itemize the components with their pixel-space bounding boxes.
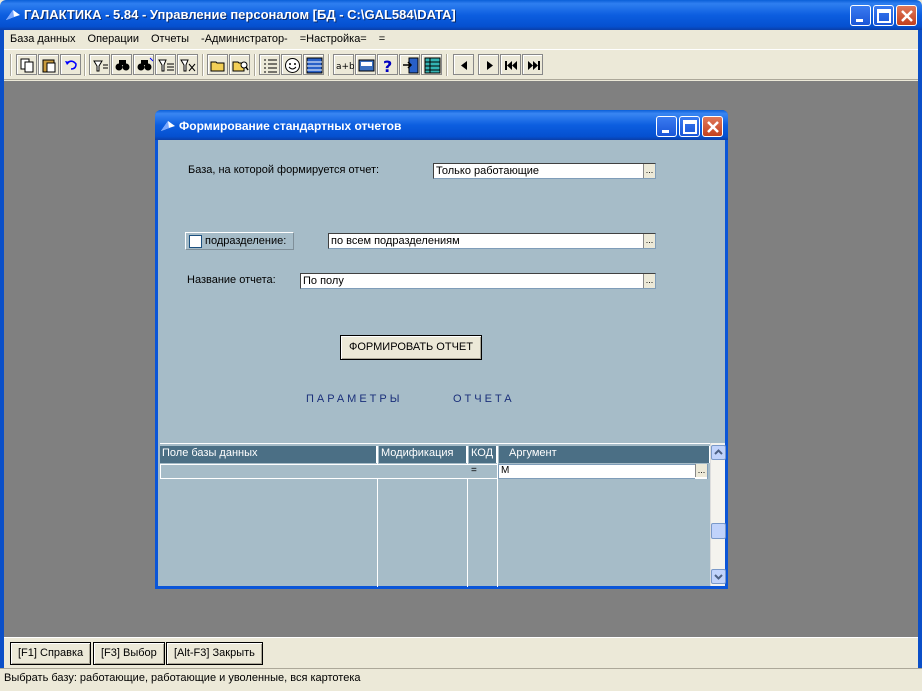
toolbar-separator — [84, 54, 86, 76]
menu-administrator[interactable]: -Администратор- — [195, 33, 294, 45]
galaktika-logo-icon — [5, 7, 21, 23]
status-bar: Выбрать базу: работающие, работающие и у… — [0, 668, 922, 691]
scroll-thumb[interactable] — [711, 523, 726, 539]
toolbar-separator — [328, 54, 330, 76]
base-combo[interactable]: Только работающие ... — [433, 163, 656, 179]
report-name-label: Название отчета: — [187, 274, 276, 286]
ellipsis-icon[interactable]: ... — [643, 164, 655, 178]
function-key-bar: [F1] Справка [F3] Выбор [Alt-F3] Закрыть — [4, 637, 918, 667]
cell-modification — [380, 465, 468, 480]
toolbar-separator — [254, 54, 256, 76]
replace-icon[interactable]: a+b — [333, 54, 354, 75]
dialog-title: Формирование стандартных отчетов — [179, 119, 402, 133]
dialog-minimize-button[interactable] — [656, 116, 677, 137]
window-title: ГАЛАКТИКА - 5.84 - Управление персоналом… — [24, 7, 456, 22]
toolbar: a+b ? — [4, 49, 918, 80]
base-combo-value: Только работающие — [436, 165, 540, 177]
undo-icon[interactable] — [60, 54, 81, 75]
dept-checkbox-group: подразделение: — [185, 232, 294, 250]
menu-bar: База данных Операции Отчеты -Администрат… — [4, 30, 918, 48]
report-name-value: По полу — [303, 275, 344, 287]
cell-field — [161, 465, 378, 480]
window-frame-right — [918, 30, 922, 668]
open-folder-icon[interactable] — [207, 54, 228, 75]
base-label: База, на которой формируется отчет: — [188, 164, 380, 176]
first-icon[interactable] — [500, 54, 521, 75]
dialog-body: База, на которой формируется отчет: Толь… — [158, 140, 726, 587]
toolbar-separator — [10, 54, 12, 76]
grid-scrollbar[interactable] — [710, 443, 726, 586]
minimize-button[interactable] — [850, 5, 871, 26]
search-folder-icon[interactable] — [229, 54, 250, 75]
menu-database[interactable]: База данных — [4, 33, 82, 45]
dialog-maximize-button[interactable] — [679, 116, 700, 137]
status-text: Выбрать базу: работающие, работающие и у… — [4, 672, 361, 684]
find-next-icon[interactable] — [133, 54, 154, 75]
col-header-modification[interactable]: Модификация — [379, 446, 467, 463]
exit-icon[interactable] — [399, 54, 420, 75]
argument-input[interactable]: М ... — [498, 464, 708, 479]
ellipsis-icon[interactable]: ... — [643, 234, 655, 248]
galaktika-logo-icon — [160, 118, 176, 137]
menu-operations[interactable]: Операции — [82, 33, 145, 45]
filter-clear-icon[interactable] — [177, 54, 198, 75]
report-name-combo[interactable]: По полу ... — [300, 273, 656, 289]
filter-icon[interactable] — [89, 54, 110, 75]
smiley-icon[interactable] — [281, 54, 302, 75]
argument-ellipsis[interactable]: ... — [695, 464, 707, 479]
report-dialog: Формирование стандартных отчетов База, н… — [155, 110, 728, 589]
dept-checkbox[interactable] — [189, 235, 202, 248]
svg-text:?: ? — [383, 57, 392, 75]
ellipsis-icon[interactable]: ... — [643, 274, 655, 288]
table-row[interactable]: = — [160, 464, 498, 479]
scroll-up-button[interactable] — [711, 445, 726, 460]
toolbar-separator — [202, 54, 204, 76]
menu-reports[interactable]: Отчеты — [145, 33, 195, 45]
find-icon[interactable] — [111, 54, 132, 75]
col-header-field[interactable]: Поле базы данных — [160, 446, 377, 463]
close-button[interactable] — [896, 5, 917, 26]
dialog-close-button[interactable] — [702, 116, 723, 137]
dialog-titlebar[interactable]: Формирование стандартных отчетов — [155, 110, 728, 140]
toolbar-separator — [446, 54, 448, 76]
main-titlebar[interactable]: ГАЛАКТИКА - 5.84 - Управление персоналом… — [0, 0, 922, 30]
dept-checkbox-label[interactable]: подразделение: — [205, 235, 286, 247]
next-icon[interactable] — [478, 54, 499, 75]
dept-combo-value: по всем подразделениям — [331, 235, 460, 247]
calculator-icon[interactable] — [355, 54, 376, 75]
dept-combo[interactable]: по всем подразделениям ... — [328, 233, 656, 249]
form-report-button[interactable]: ФОРМИРОВАТЬ ОТЧЕТ — [340, 335, 482, 360]
copy-icon[interactable] — [16, 54, 37, 75]
filter-select-icon[interactable] — [155, 54, 176, 75]
params-heading-right: ОТЧЕТА — [453, 393, 515, 405]
grid-icon[interactable] — [421, 54, 442, 75]
menu-settings[interactable]: =Настройка= — [294, 33, 373, 45]
table-icon[interactable] — [303, 54, 324, 75]
menu-windows[interactable]: = — [373, 33, 391, 45]
col-header-argument[interactable]: Аргумент — [499, 446, 710, 463]
svg-text:a+b: a+b — [336, 62, 354, 72]
paste-icon[interactable] — [38, 54, 59, 75]
select-button[interactable]: [F3] Выбор — [93, 642, 165, 665]
params-heading-left: ПАРАМЕТРЫ — [306, 393, 403, 405]
help-icon[interactable]: ? — [377, 54, 398, 75]
maximize-button[interactable] — [873, 5, 894, 26]
help-button[interactable]: [F1] Справка — [10, 642, 92, 665]
ellipsis-icon[interactable]: ... — [695, 464, 707, 477]
col-header-code[interactable]: КОД — [469, 446, 497, 463]
cell-argument: М — [501, 465, 510, 476]
last-icon[interactable] — [522, 54, 543, 75]
cell-code: = — [471, 465, 477, 476]
scroll-down-button[interactable] — [711, 569, 726, 584]
list-icon[interactable] — [259, 54, 280, 75]
prev-icon[interactable] — [453, 54, 474, 75]
params-grid: Поле базы данных Модификация КОД Аргумен… — [160, 443, 710, 587]
close-dialog-button[interactable]: [Alt-F3] Закрыть — [166, 642, 263, 665]
